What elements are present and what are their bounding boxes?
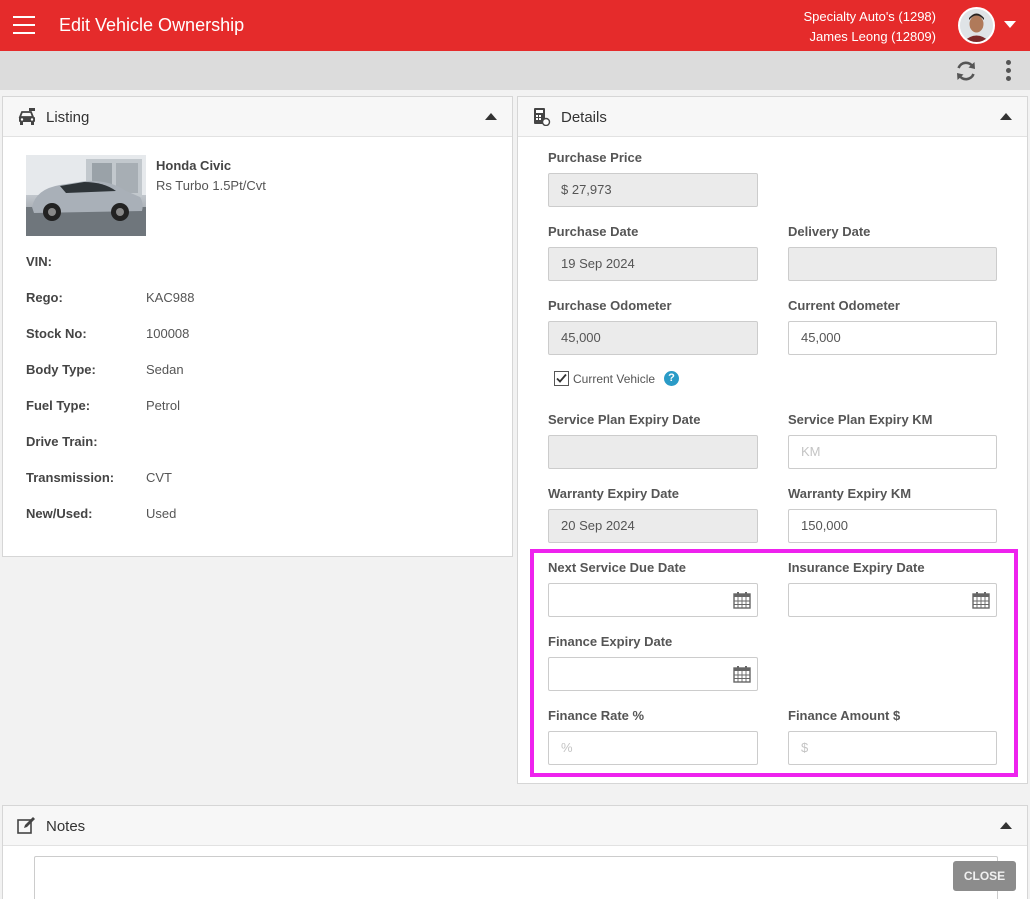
menu-icon[interactable]: [13, 16, 35, 34]
purchase-date-label: Purchase Date: [548, 224, 639, 239]
finance-amount-label: Finance Amount $: [788, 708, 901, 723]
chevron-down-icon[interactable]: [1004, 21, 1016, 28]
chevron-up-icon[interactable]: [485, 113, 497, 120]
spec-label: Transmission:: [26, 470, 115, 485]
notes-panel: Notes: [2, 805, 1028, 899]
current-odometer-label: Current Odometer: [788, 298, 900, 313]
purchase-odometer-label: Purchase Odometer: [548, 298, 672, 313]
spec-label: Fuel Type:: [26, 398, 91, 413]
vehicle-photo: [26, 155, 146, 236]
delivery-date-label: Delivery Date: [788, 224, 871, 239]
listing-title: Listing: [46, 109, 90, 126]
calculator-icon: [532, 108, 552, 127]
spec-value: CVT: [146, 470, 172, 485]
details-panel: Details Purchase Price $ 27,973 Purchase…: [517, 96, 1028, 784]
next-service-due-date-input[interactable]: [548, 583, 758, 617]
finance-expiry-date-input[interactable]: [548, 657, 758, 691]
spec-value: Petrol: [146, 398, 180, 413]
chevron-up-icon[interactable]: [1000, 113, 1012, 120]
spec-value: 100008: [146, 326, 190, 341]
service-plan-expiry-date-field: [548, 435, 758, 469]
calendar-icon[interactable]: [972, 591, 990, 609]
user-name: James Leong (12809): [809, 29, 936, 44]
finance-expiry-date-label: Finance Expiry Date: [548, 634, 673, 649]
current-vehicle-label[interactable]: Current Vehicle: [573, 372, 655, 386]
toolbar: [0, 51, 1030, 90]
avatar[interactable]: [958, 7, 995, 44]
purchase-odometer-field: 45,000: [548, 321, 758, 355]
notes-textarea[interactable]: [34, 856, 998, 899]
current-odometer-field[interactable]: 45,000: [788, 321, 997, 355]
purchase-price-field: $ 27,973: [548, 173, 758, 207]
user-info: Specialty Auto's (1298) James Leong (128…: [803, 7, 936, 47]
notes-panel-header[interactable]: Notes: [3, 806, 1027, 846]
listing-panel: Listing Honda Civic Rs Turbo 1.5Pt/Cvt V…: [2, 96, 513, 557]
service-plan-expiry-km-label: Service Plan Expiry KM: [788, 412, 933, 427]
insurance-expiry-date-label: Insurance Expiry Date: [788, 560, 925, 575]
vehicle-variant: Rs Turbo 1.5Pt/Cvt: [156, 178, 266, 193]
finance-amount-input[interactable]: $: [788, 731, 997, 765]
current-vehicle-checkbox[interactable]: [554, 371, 569, 386]
refresh-icon[interactable]: [954, 59, 978, 83]
spec-label: New/Used:: [26, 506, 93, 521]
service-plan-expiry-date-label: Service Plan Expiry Date: [548, 412, 701, 427]
dealer-name: Specialty Auto's (1298): [803, 9, 936, 24]
more-options-icon[interactable]: [1006, 60, 1012, 82]
warranty-expiry-date-field: 20 Sep 2024: [548, 509, 758, 543]
next-service-due-date-label: Next Service Due Date: [548, 560, 687, 575]
details-panel-header[interactable]: Details: [518, 97, 1027, 137]
car-icon: [17, 108, 37, 126]
service-plan-expiry-km-input[interactable]: KM: [788, 435, 997, 469]
close-button[interactable]: CLOSE: [953, 861, 1016, 891]
app-bar: Edit Vehicle Ownership Specialty Auto's …: [0, 0, 1030, 51]
spec-value: Sedan: [146, 362, 184, 377]
vehicle-name: Honda Civic: [156, 158, 232, 173]
finance-rate-label: Finance Rate %: [548, 708, 645, 723]
spec-label: VIN:: [26, 254, 52, 269]
spec-label: Drive Train:: [26, 434, 98, 449]
spec-value: KAC988: [146, 290, 195, 305]
delivery-date-field: [788, 247, 997, 281]
notes-title: Notes: [46, 818, 86, 835]
spec-label: Rego:: [26, 290, 63, 305]
insurance-expiry-date-input[interactable]: [788, 583, 997, 617]
spec-label: Stock No:: [26, 326, 87, 341]
calendar-icon[interactable]: [733, 665, 751, 683]
spec-label: Body Type:: [26, 362, 96, 377]
finance-rate-input[interactable]: %: [548, 731, 758, 765]
warranty-expiry-date-label: Warranty Expiry Date: [548, 486, 680, 501]
calendar-icon[interactable]: [733, 591, 751, 609]
chevron-up-icon[interactable]: [1000, 822, 1012, 829]
checkmark-icon: [556, 373, 567, 383]
details-title: Details: [561, 109, 607, 126]
warranty-expiry-km-input[interactable]: 150,000: [788, 509, 997, 543]
page-title: Edit Vehicle Ownership: [59, 15, 245, 35]
spec-value: Used: [146, 506, 177, 521]
listing-panel-header[interactable]: Listing: [3, 97, 512, 137]
edit-icon: [17, 817, 37, 835]
warranty-expiry-km-label: Warranty Expiry KM: [788, 486, 912, 501]
help-icon[interactable]: ?: [664, 371, 679, 386]
purchase-price-label: Purchase Price: [548, 150, 642, 165]
purchase-date-field: 19 Sep 2024: [548, 247, 758, 281]
